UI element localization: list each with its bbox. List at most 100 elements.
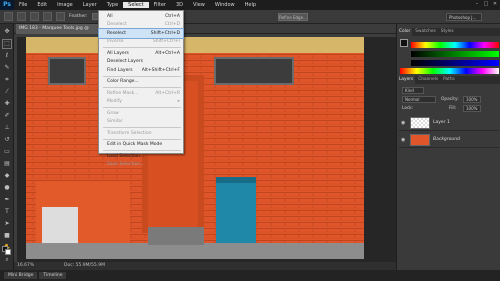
menu-edit[interactable]: Edit <box>32 2 52 8</box>
menu-window[interactable]: Window <box>210 2 240 8</box>
crop-tool-icon[interactable]: ⌗ <box>3 76 11 84</box>
subtract-selection-icon[interactable] <box>43 12 52 21</box>
eraser-icon[interactable]: ▭ <box>3 148 11 156</box>
photoshop-logo: Ps <box>0 0 14 10</box>
menu-3d[interactable]: 3D <box>171 2 188 8</box>
color-slider-b[interactable] <box>411 60 499 66</box>
tab-swatches[interactable]: Swatches <box>413 28 438 36</box>
zoom-level[interactable]: 16.67% <box>17 262 34 270</box>
tab-styles[interactable]: Styles <box>439 28 456 36</box>
feather-label: Feather: <box>69 14 88 19</box>
menu-separator <box>103 75 181 77</box>
type-tool-icon[interactable]: T <box>3 208 11 216</box>
minimize-icon[interactable]: – <box>474 1 480 7</box>
background-color-swatch[interactable] <box>5 249 11 255</box>
color-panel-tabs: Color Swatches Styles <box>397 28 500 36</box>
menu-item-reselect[interactable]: Reselect Shift+Ctrl+D <box>98 28 184 39</box>
menu-filter[interactable]: Filter <box>149 2 171 8</box>
menu-select[interactable]: Select <box>123 2 149 8</box>
bottom-panel-tabs: Mini Bridge Timeline <box>0 270 500 281</box>
menu-type[interactable]: Type <box>102 2 123 8</box>
menu-file[interactable]: File <box>14 2 32 8</box>
document-tab[interactable]: IMG 183 - Marquee Tools.jpg @ 16.7% (RGB… <box>16 24 98 41</box>
zoom-tool-icon[interactable]: ⌕ <box>3 256 11 264</box>
healing-brush-icon[interactable]: ✚ <box>3 100 11 108</box>
gradient-tool-icon[interactable]: ▤ <box>3 160 11 168</box>
add-selection-icon[interactable] <box>30 12 39 21</box>
canvas-photo[interactable] <box>26 37 364 259</box>
menu-item-label: Transform Selection <box>107 130 152 136</box>
shape-tool-icon[interactable]: ■ <box>3 232 11 240</box>
tab-channels[interactable]: Channels <box>416 76 440 84</box>
opacity-input[interactable]: 100% <box>463 96 481 103</box>
new-selection-icon[interactable] <box>17 12 26 21</box>
menu-item-shortcut: Shift+Ctrl+D <box>150 30 180 36</box>
layer-name: Background <box>433 137 460 142</box>
menu-item-refine-mask: Refine Mask... Alt+Ctrl+R <box>99 89 183 98</box>
menu-item-shortcut: Alt+Ctrl+A <box>155 50 180 56</box>
menu-item-label: Modify <box>107 99 122 105</box>
lasso-tool-icon[interactable]: ℓ <box>3 52 11 60</box>
color-spectrum[interactable] <box>400 68 499 74</box>
pen-tool-icon[interactable]: ✒ <box>3 196 11 204</box>
quick-select-icon[interactable]: ✎ <box>3 64 11 72</box>
menu-item-shortcut: Ctrl+D <box>164 22 180 28</box>
layer-row[interactable]: ◉ Background <box>399 132 499 148</box>
menu-view[interactable]: View <box>188 2 210 8</box>
eyedropper-icon[interactable]: ⁄ <box>3 88 11 96</box>
refine-edge-button[interactable]: Refine Edge... <box>278 13 308 21</box>
menu-image[interactable]: Image <box>52 2 78 8</box>
close-icon[interactable]: ✕ <box>492 1 498 7</box>
path-select-icon[interactable]: ➤ <box>3 220 11 228</box>
options-bar: Feather: <box>0 10 500 24</box>
menu-item-label: Grow <box>107 110 119 116</box>
mini-bridge-tab[interactable]: Mini Bridge <box>4 272 38 279</box>
menu-item-deselect-layers[interactable]: Deselect Layers <box>99 58 183 67</box>
color-slider-r[interactable] <box>411 42 499 48</box>
blur-tool-icon[interactable]: ◆ <box>3 172 11 180</box>
menu-separator <box>103 150 181 151</box>
layer-filter-select[interactable]: Kind <box>402 87 424 94</box>
intersect-selection-icon[interactable] <box>56 12 65 21</box>
tab-layers[interactable]: Layers <box>397 76 416 84</box>
move-tool-icon[interactable]: ✥ <box>3 28 11 36</box>
menu-separator <box>103 127 181 128</box>
layer-row[interactable]: ◉ Layer 1 <box>399 115 499 131</box>
menu-help[interactable]: Help <box>240 2 261 8</box>
blend-mode-select[interactable]: Normal <box>402 96 436 103</box>
menu-item-label: Refine Mask... <box>107 90 139 96</box>
tab-color[interactable]: Color <box>397 28 413 36</box>
fill-input[interactable]: 100% <box>463 105 481 112</box>
tab-paths[interactable]: Paths <box>441 76 457 84</box>
maximize-icon[interactable]: □ <box>483 1 489 7</box>
menu-separator <box>103 107 181 108</box>
color-slider-g[interactable] <box>411 51 499 57</box>
brush-tool-icon[interactable]: ✐ <box>3 112 11 120</box>
history-brush-icon[interactable]: ↺ <box>3 136 11 144</box>
menu-separator <box>103 87 181 88</box>
visibility-eye-icon[interactable]: ◉ <box>401 137 407 143</box>
timeline-tab[interactable]: Timeline <box>39 272 67 279</box>
color-fg-swatch[interactable] <box>400 39 408 47</box>
marquee-preset-icon[interactable] <box>4 12 13 21</box>
menu-item-edit-in-quick-mask-mode[interactable]: Edit in Quick Mask Mode <box>99 141 183 150</box>
menu-item-all-layers[interactable]: All Layers Alt+Ctrl+A <box>99 49 183 58</box>
menu-item-shortcut: Alt+Ctrl+R <box>155 90 180 96</box>
menu-item-shortcut: ▸ <box>177 99 180 105</box>
right-panels: Color Swatches Styles Layers Channels Pa… <box>396 24 500 270</box>
workspace-select[interactable]: Photoshop J... <box>446 13 482 21</box>
layer-thumbnail <box>410 133 430 146</box>
menu-item-load-selection[interactable]: Load Selection... <box>99 152 183 161</box>
menu-layer[interactable]: Layer <box>78 2 102 8</box>
menu-item-color-range[interactable]: Color Range... <box>99 78 183 87</box>
menu-item-label: Find Layers <box>107 67 133 73</box>
marquee-tool-icon[interactable]: ⬚ <box>2 39 12 49</box>
menu-item-all[interactable]: All Ctrl+A <box>99 12 183 21</box>
menu-separator <box>103 47 181 48</box>
menu-item-find-layers[interactable]: Find Layers Alt+Shift+Ctrl+F <box>99 66 183 75</box>
menu-item-label: Load Selection... <box>107 153 145 159</box>
visibility-eye-icon[interactable]: ◉ <box>401 120 407 126</box>
clone-stamp-icon[interactable]: ⊥ <box>3 124 11 132</box>
dodge-tool-icon[interactable]: ● <box>3 184 11 192</box>
window-controls: – □ ✕ <box>474 1 498 7</box>
